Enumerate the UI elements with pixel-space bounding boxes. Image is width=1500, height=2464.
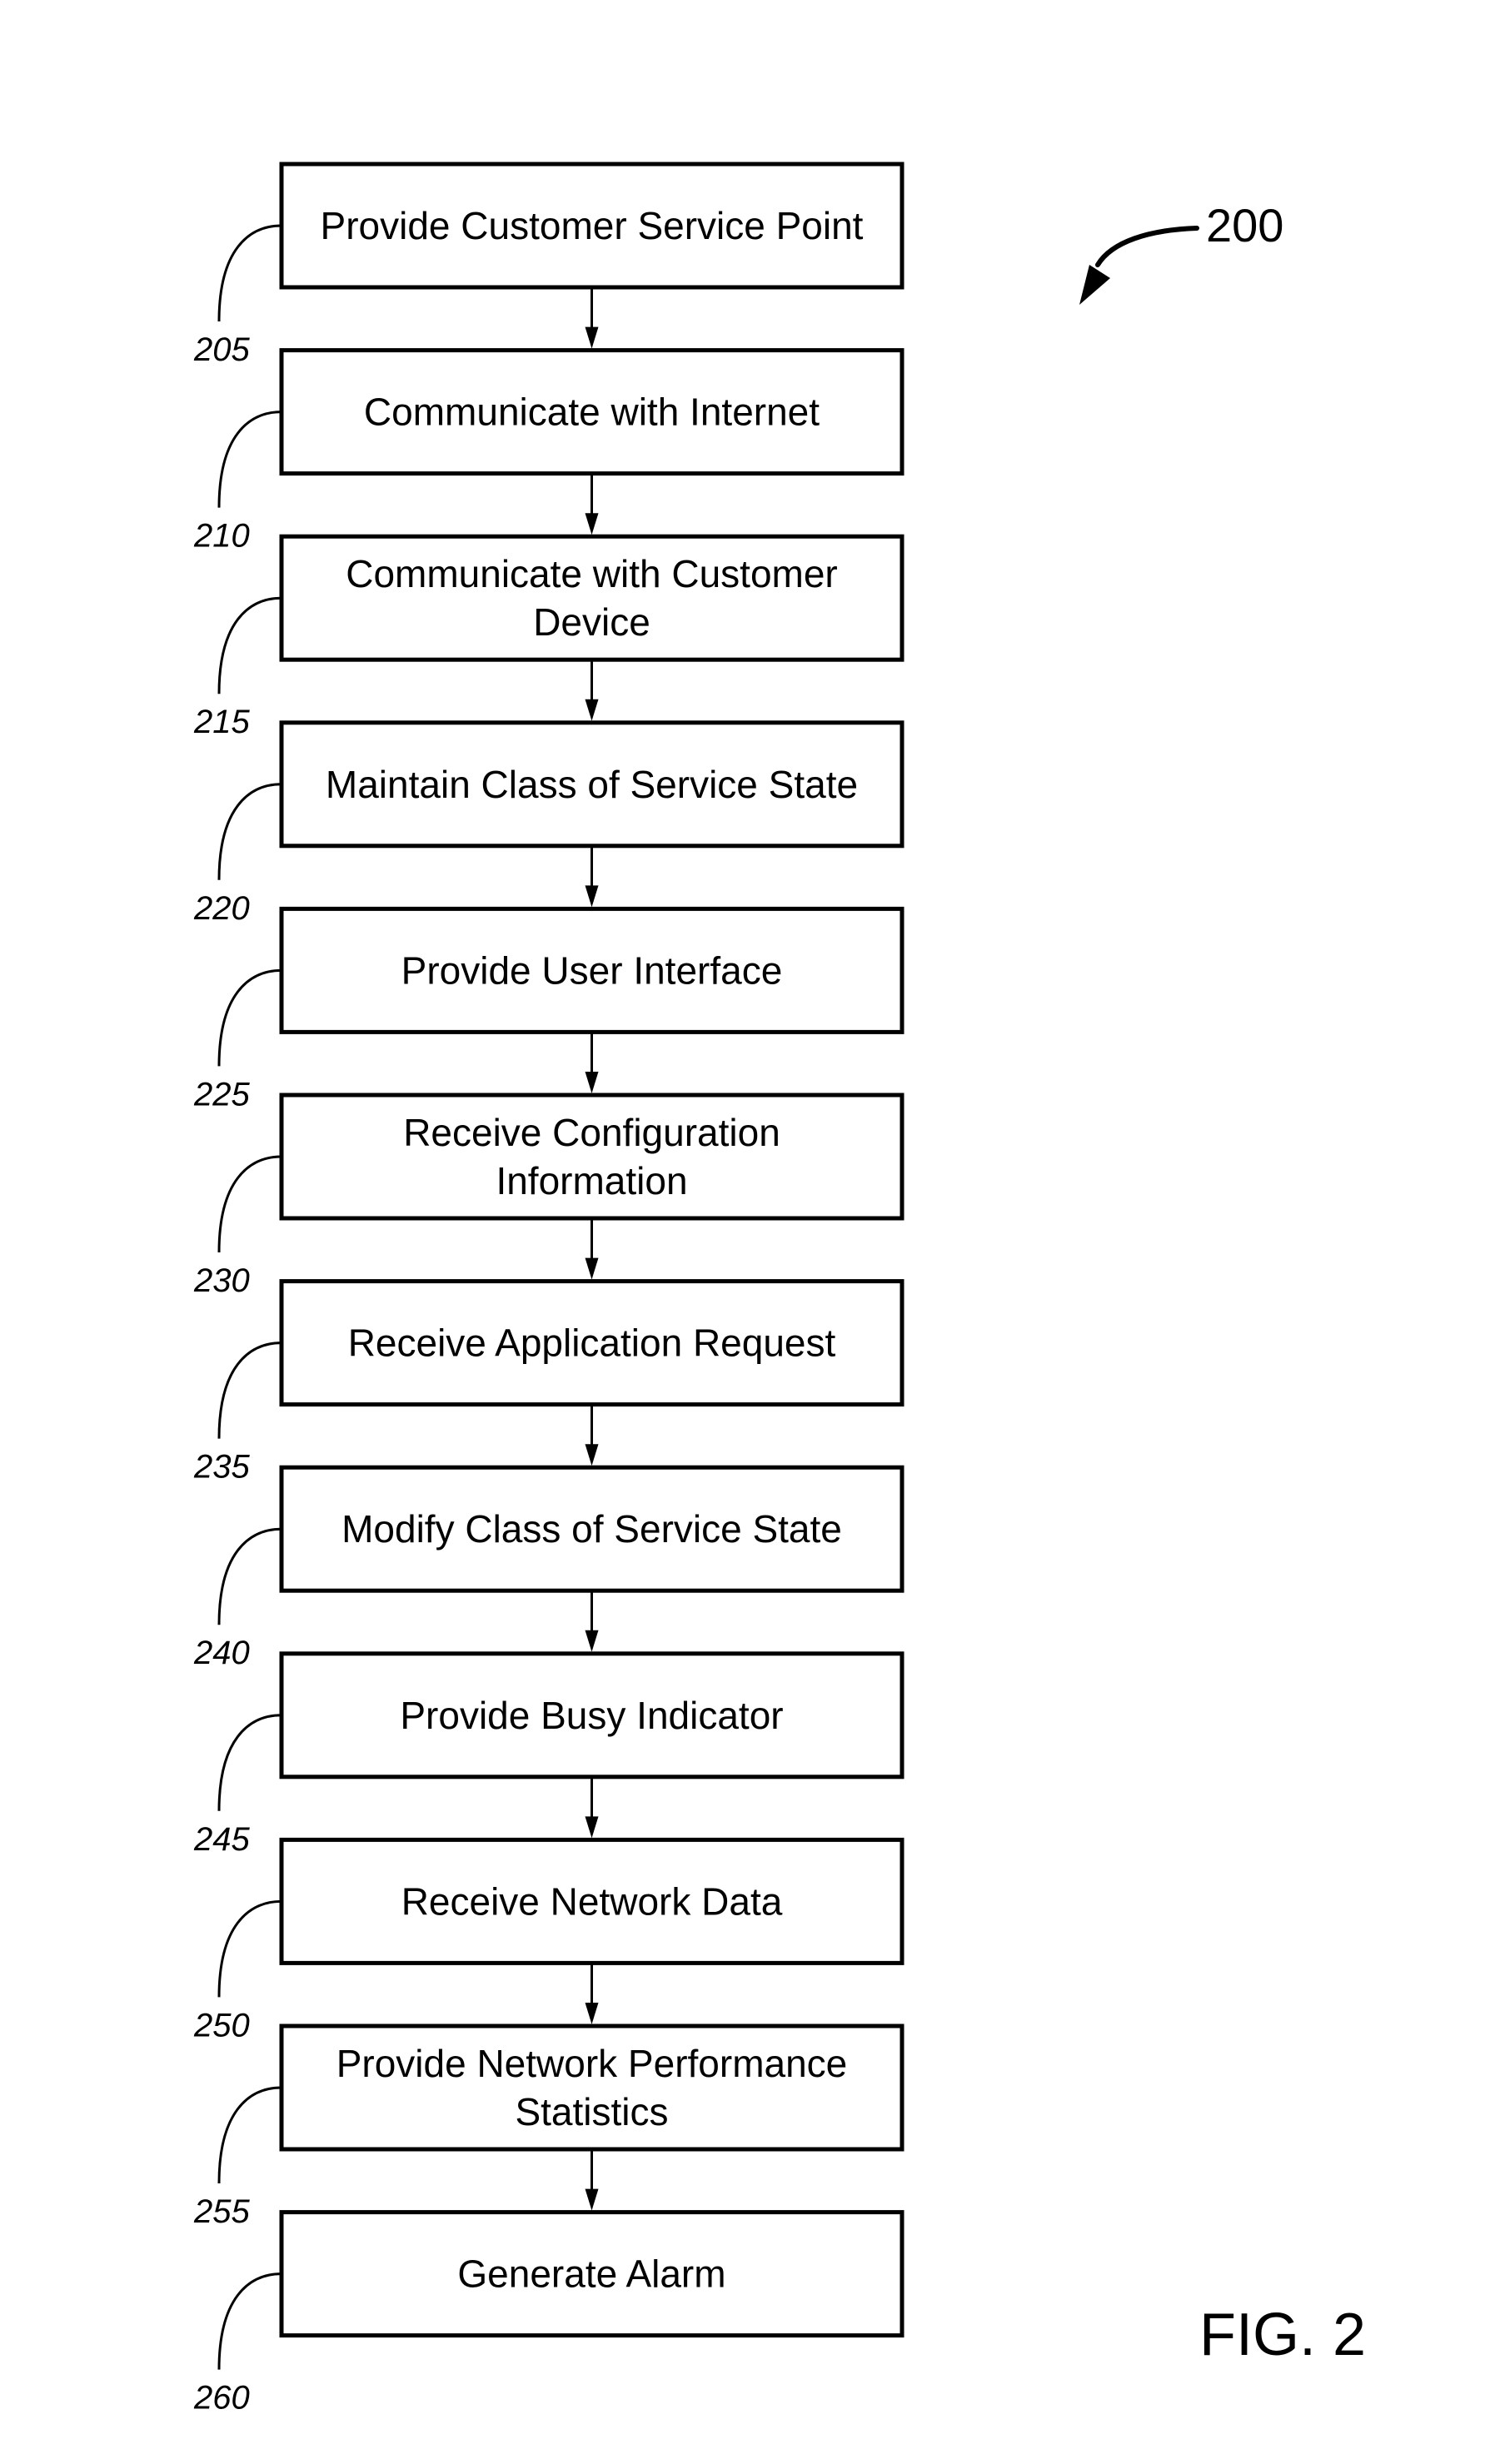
- step-label: Receive Application Request: [348, 1322, 836, 1365]
- arrow-down-icon: [585, 885, 599, 908]
- figure-reference: 200: [1079, 199, 1283, 305]
- step-label: Receive Configuration: [403, 1111, 780, 1154]
- step-260: Generate Alarm 260: [193, 2210, 904, 2417]
- step-reference-number: 205: [193, 331, 250, 368]
- reference-leader-line: [217, 224, 282, 322]
- step-label: Statistics: [515, 2090, 668, 2133]
- arrow-down-icon: [585, 1444, 599, 1466]
- step-label: Modify Class of Service State: [341, 1507, 842, 1551]
- reference-leader-line: [217, 596, 282, 694]
- step-reference-number: 260: [193, 2380, 250, 2417]
- reference-leader-line: [217, 783, 282, 880]
- step-reference-number: 230: [193, 1262, 250, 1299]
- arrow-down-icon: [585, 513, 599, 535]
- step-255: Provide Network Performance Statistics 255: [193, 2023, 904, 2230]
- step-reference-number: 225: [193, 1076, 250, 1113]
- step-label: Provide Busy Indicator: [400, 1694, 783, 1737]
- reference-leader-line: [217, 1527, 282, 1625]
- arrow-down-icon: [585, 1072, 599, 1093]
- step-label: Device: [533, 600, 650, 644]
- step-label: Communicate with Internet: [364, 391, 820, 434]
- step-label: Provide User Interface: [401, 948, 783, 992]
- step-reference-number: 235: [193, 1449, 250, 1486]
- arrow-down-icon: [585, 2003, 599, 2024]
- arrow-down-icon: [585, 699, 599, 721]
- figure-reference-number: 200: [1206, 199, 1283, 251]
- reference-leader-line: [217, 1342, 282, 1439]
- step-label: Maintain Class of Service State: [326, 763, 858, 806]
- reference-leader-line: [217, 968, 282, 1067]
- reference-leader-line: [217, 411, 282, 508]
- step-label: Generate Alarm: [457, 2252, 725, 2296]
- arrow-down-icon: [585, 1257, 599, 1280]
- reference-leader-line: [217, 1155, 282, 1253]
- reference-leader-line: [217, 2086, 282, 2184]
- step-label: Receive Network Data: [401, 1879, 783, 1923]
- step-240: Modify Class of Service State 240: [193, 1465, 904, 1671]
- flowchart: Provide Customer Service Point205Communi…: [193, 162, 1366, 2417]
- step-reference-number: 245: [193, 1821, 250, 1858]
- step-reference-number: 220: [193, 890, 250, 927]
- arrow-down-icon: [585, 1630, 599, 1652]
- step-220: Maintain Class of Service State 220: [193, 720, 904, 927]
- reference-leader-line: [217, 1899, 282, 1998]
- step-label: Information: [496, 1159, 687, 1202]
- step-reference-number: 215: [193, 704, 250, 740]
- figure-reference-arrow-icon: [1095, 226, 1199, 267]
- step-label: Provide Network Performance: [336, 2042, 848, 2085]
- step-205: Provide Customer Service Point 205: [193, 162, 904, 368]
- step-210: Communicate with Internet 210: [193, 348, 904, 555]
- step-250: Receive Network Data 250: [193, 1837, 904, 2043]
- step-230: Receive Configuration Information 230: [193, 1093, 904, 1299]
- steps-layer: Provide Customer Service Point205Communi…: [193, 162, 904, 2417]
- figure-reference-arrowhead-icon: [1079, 265, 1110, 305]
- step-label: Communicate with Customer: [346, 552, 838, 595]
- step-label: Provide Customer Service Point: [321, 204, 864, 247]
- arrow-down-icon: [585, 326, 599, 349]
- reference-leader-line: [217, 2272, 282, 2370]
- reference-leader-line: [217, 1714, 282, 1811]
- step-reference-number: 240: [193, 1635, 250, 1671]
- arrow-down-icon: [585, 2188, 599, 2211]
- step-reference-number: 210: [193, 518, 250, 555]
- figure-label: FIG. 2: [1199, 2302, 1366, 2368]
- step-245: Provide Busy Indicator 245: [193, 1651, 904, 1858]
- step-reference-number: 250: [193, 2007, 250, 2043]
- step-235: Receive Application Request 235: [193, 1279, 904, 1486]
- arrow-down-icon: [585, 1816, 599, 1839]
- step-reference-number: 255: [193, 2193, 250, 2230]
- step-215: Communicate with Customer Device 215: [193, 534, 904, 740]
- step-225: Provide User Interface 225: [193, 906, 904, 1113]
